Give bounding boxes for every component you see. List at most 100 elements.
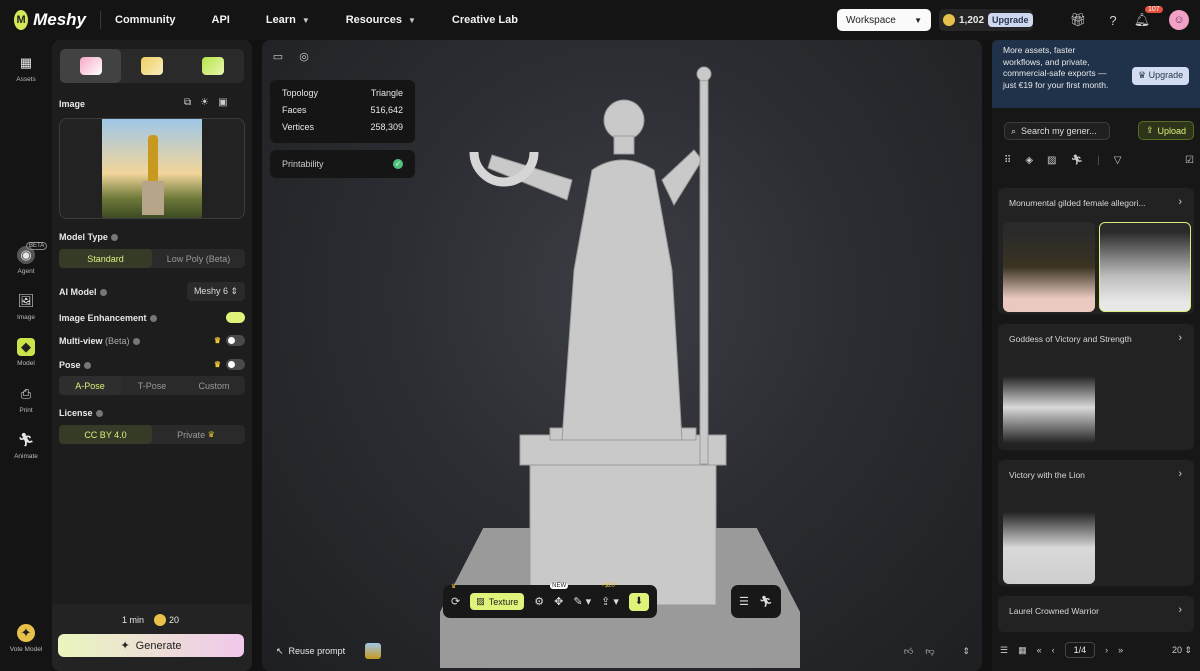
remesh-icon[interactable]: ⚙ [534, 595, 544, 608]
sidebar-item-model[interactable]: ◆ Model [0, 338, 52, 367]
model-type-low-poly[interactable]: Low Poly (Beta) [152, 249, 245, 268]
list-item[interactable]: Goddess of Victory and Strength › [998, 324, 1194, 450]
gallery-thumbnail[interactable] [1003, 222, 1095, 312]
list-item[interactable]: Victory with the Lion › [998, 460, 1194, 586]
gallery-thumbnail-selected[interactable] [1099, 222, 1191, 312]
animate-icon[interactable]: 🏃︎ [759, 595, 773, 608]
gallery-thumbnail[interactable] [1003, 358, 1095, 448]
coin-icon [943, 14, 955, 26]
generate-button[interactable]: ✦ Generate [58, 634, 244, 657]
bell-icon[interactable]: 🔔︎ [1133, 11, 1151, 29]
info-icon[interactable] [99, 288, 107, 296]
chevron-right-icon[interactable]: › [1178, 604, 1182, 616]
license-private[interactable]: Private ♛ [152, 425, 245, 444]
cube-filter-icon[interactable]: ◈ [1025, 155, 1033, 166]
trash-icon[interactable]: ▣ [218, 97, 227, 108]
info-icon[interactable] [110, 234, 118, 242]
sidebar-item-print[interactable]: ⎙ Print [0, 385, 52, 414]
pose-a-pose[interactable]: A-Pose [59, 376, 121, 395]
generation-panel: Image ⧉ ☀ ▣ Model Type Standard Low Poly… [52, 40, 252, 671]
info-icon[interactable] [149, 314, 157, 322]
pose-toggle[interactable] [226, 359, 245, 370]
license-cc-by[interactable]: CC BY 4.0 [59, 425, 152, 444]
sidebar-item-vote-model[interactable]: ✦ Vote Model [0, 624, 52, 653]
tab-multi-image[interactable] [121, 49, 182, 83]
credits-widget[interactable]: 1,202 Upgrade [939, 9, 1033, 31]
brand-logo[interactable]: M Meshy [14, 10, 86, 30]
nav-resources[interactable]: Resources ▼ [346, 14, 416, 26]
sidebar-item-agent[interactable]: BETA ◉ Agent [0, 242, 52, 275]
prev-page-icon[interactable]: ‹ [1052, 645, 1055, 655]
image-enhancement-toggle[interactable] [226, 312, 245, 323]
avatar[interactable]: ☺ [1169, 10, 1189, 30]
upload-button[interactable]: ⇪ Upload [1138, 121, 1194, 140]
gift-icon[interactable]: 🎁︎ [1069, 11, 1087, 29]
image-upload-box[interactable] [59, 118, 245, 219]
filter-bar: ⠿ ◈ ▨ 🏃︎ | ▽ ☑ [1004, 155, 1194, 166]
nav-learn[interactable]: Learn ▼ [266, 14, 310, 26]
expand-icon[interactable]: ⇕ [962, 646, 970, 657]
sidebar-item-assets[interactable]: ▦ Assets [0, 54, 52, 83]
list-item[interactable]: Monumental gilded female allegori... › [998, 188, 1194, 314]
model-viewport[interactable]: ▭ ◎ Topology Triangle Faces 516,642 Vertic… [262, 40, 982, 671]
ai-model-select[interactable]: Meshy 6 ⇕ [186, 282, 245, 301]
multiview-toggle[interactable] [226, 335, 245, 346]
reuse-prompt-button[interactable]: ↖ Reuse prompt [276, 646, 345, 657]
crown-icon: ♛ [213, 360, 221, 369]
first-page-icon[interactable]: « [1037, 645, 1042, 655]
chevron-right-icon[interactable]: › [1178, 468, 1182, 480]
bulb-icon[interactable]: ☀ [200, 97, 209, 108]
sliders-icon[interactable]: ☰ [739, 595, 749, 608]
download-button[interactable]: ⬇ [628, 592, 649, 611]
statue-model [469, 66, 727, 606]
chevron-right-icon[interactable]: › [1178, 332, 1182, 344]
coin-icon [154, 614, 167, 626]
thumbs-up-icon[interactable]: 👍︎ [904, 646, 913, 657]
page-size-select[interactable]: 20 ⇕ [1172, 645, 1192, 656]
pose-t-pose[interactable]: T-Pose [121, 376, 183, 395]
next-page-icon[interactable]: › [1105, 645, 1108, 655]
multi-image-icon [140, 57, 163, 75]
help-icon[interactable]: ? [1104, 11, 1122, 29]
animate-filter-icon[interactable]: 🏃︎ [1070, 155, 1083, 166]
chevron-right-icon[interactable]: › [1178, 196, 1182, 208]
info-icon[interactable] [83, 361, 91, 369]
source-image-thumbnail[interactable] [365, 643, 382, 659]
workspace-select[interactable]: Workspace ▼ [837, 9, 931, 31]
list-item[interactable]: Laurel Crowned Warrior › [998, 596, 1194, 632]
texture-filter-icon[interactable]: ▨ [1047, 155, 1056, 166]
gallery-thumbnail[interactable] [1003, 494, 1095, 584]
rig-icon[interactable]: NEW ✥ [550, 583, 569, 608]
crown-icon: ♛ [451, 584, 457, 590]
reuse-icon: ↖ [276, 645, 284, 656]
print-icon: ⎙ [20, 386, 32, 401]
list-view-icon[interactable]: ☰ [1000, 645, 1008, 656]
last-page-icon[interactable]: » [1118, 645, 1123, 655]
sidebar-item-animate[interactable]: 🏃︎ Animate [0, 431, 52, 460]
tab-image-to-3d[interactable] [60, 49, 122, 83]
info-icon[interactable] [132, 337, 140, 345]
export-icon[interactable]: +$20 ⇪ ▾ [601, 583, 619, 608]
upgrade-button[interactable]: Upgrade [988, 13, 1033, 27]
tab-text-to-3d[interactable] [183, 49, 244, 83]
search-input[interactable]: ⌕ Search my gener... [1004, 122, 1110, 140]
compare-icon[interactable]: ⧉ [184, 97, 191, 108]
nav-api[interactable]: API [212, 14, 230, 26]
select-icon[interactable]: ☑ [1185, 155, 1194, 166]
grid-view-icon[interactable]: ▦ [1018, 645, 1027, 656]
banner-upgrade-button[interactable]: ♛ Upgrade [1132, 67, 1190, 85]
sidebar-item-image[interactable]: 🖼︎ Image [0, 292, 52, 321]
funnel-icon[interactable]: ▽ [1114, 155, 1122, 166]
nav-creative-lab[interactable]: Creative Lab [452, 14, 518, 26]
grid-dots-icon[interactable]: ⠿ [1004, 155, 1011, 166]
brush-icon[interactable]: ✎ ▾ [573, 595, 591, 608]
refresh-icon[interactable]: ⟳ ♛ [451, 584, 460, 608]
info-icon[interactable] [95, 410, 103, 418]
texture-button[interactable]: ▨ Texture [470, 593, 525, 610]
pose-custom[interactable]: Custom [183, 376, 245, 395]
thumbs-down-icon[interactable]: 👎︎ [925, 646, 934, 657]
model-type-standard[interactable]: Standard [59, 249, 152, 268]
nav-community[interactable]: Community [115, 14, 176, 26]
page-indicator[interactable]: 1/4 [1064, 642, 1096, 658]
ai-model-label: AI Model [59, 287, 107, 297]
